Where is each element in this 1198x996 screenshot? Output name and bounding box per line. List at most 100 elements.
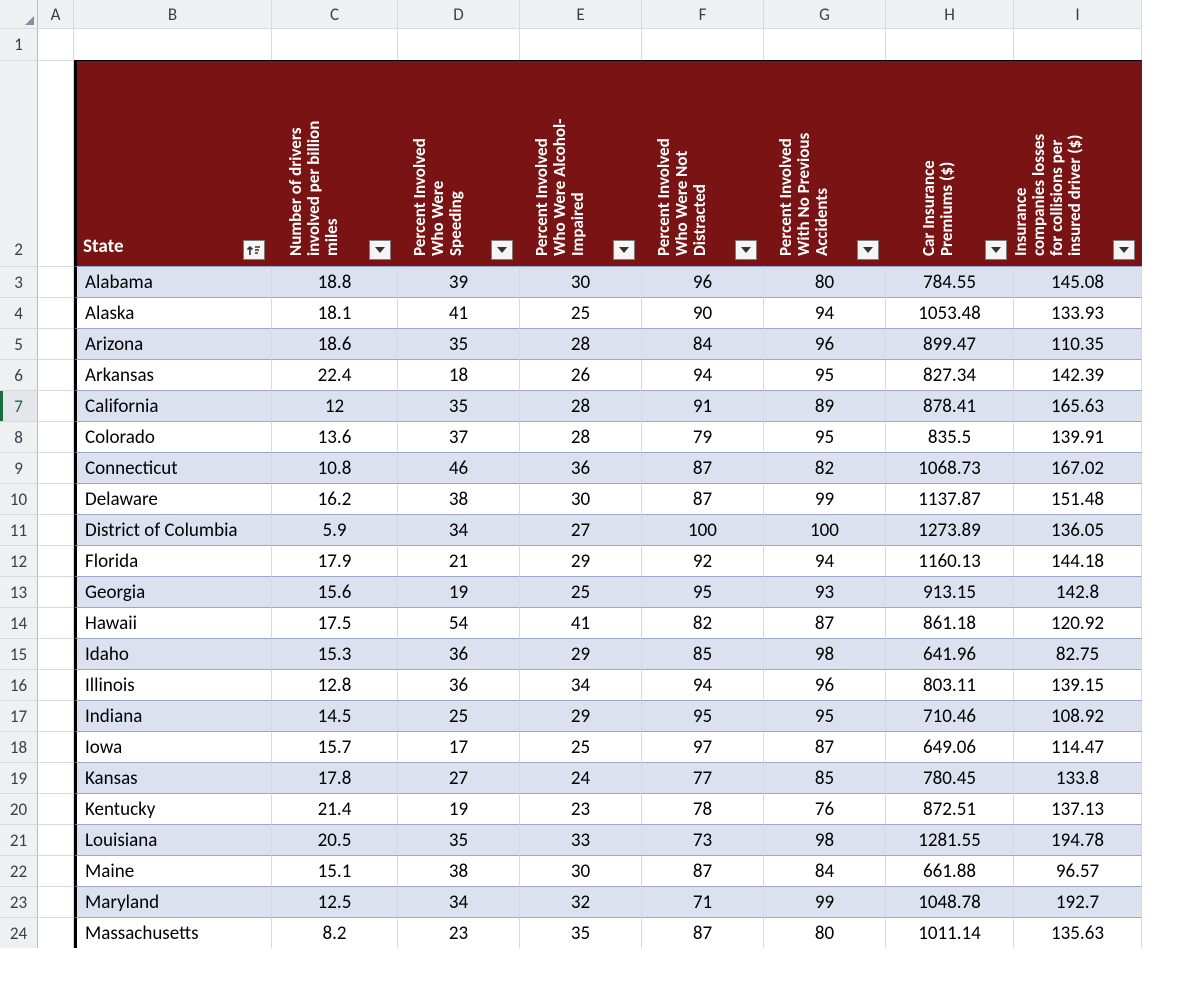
cell-F[interactable]: 79 [642, 421, 764, 452]
cell-G[interactable]: 85 [764, 762, 886, 793]
cell-E[interactable]: 26 [520, 359, 642, 390]
cell-blank-A[interactable] [38, 452, 74, 483]
cell-D[interactable]: 36 [398, 669, 520, 700]
cell-D[interactable]: 35 [398, 824, 520, 855]
cell-G[interactable]: 98 [764, 638, 886, 669]
cell-G[interactable]: 89 [764, 390, 886, 421]
cell-blank-A[interactable] [38, 514, 74, 545]
cell-G[interactable]: 100 [764, 514, 886, 545]
cell-D[interactable]: 54 [398, 607, 520, 638]
cell-C[interactable]: 17.9 [272, 545, 398, 576]
cell-D[interactable]: 46 [398, 452, 520, 483]
cell-C[interactable]: 15.7 [272, 731, 398, 762]
cell-E[interactable]: 29 [520, 638, 642, 669]
cell-C[interactable]: 18.1 [272, 297, 398, 328]
cell-blank-A[interactable] [38, 700, 74, 731]
cell-D[interactable]: 38 [398, 483, 520, 514]
cell-blank-A[interactable] [38, 762, 74, 793]
cell-blank-A[interactable] [38, 793, 74, 824]
cell-G[interactable]: 80 [764, 917, 886, 948]
cell-H[interactable]: 913.15 [886, 576, 1014, 607]
cell-D[interactable]: 27 [398, 762, 520, 793]
row-header-12[interactable]: 12 [0, 545, 38, 576]
cell-F[interactable]: 84 [642, 328, 764, 359]
cell-state[interactable]: Florida [74, 545, 272, 576]
cell-E[interactable]: 33 [520, 824, 642, 855]
cell-H[interactable]: 1137.87 [886, 483, 1014, 514]
cell-E[interactable]: 28 [520, 328, 642, 359]
cell-1-A[interactable] [38, 28, 74, 60]
cell-H[interactable]: 878.41 [886, 390, 1014, 421]
cell-H[interactable]: 780.45 [886, 762, 1014, 793]
cell-I[interactable]: 165.63 [1014, 390, 1142, 421]
cell-H[interactable]: 835.5 [886, 421, 1014, 452]
table-header-I[interactable]: Insurance companies losses for collision… [1014, 60, 1142, 266]
cell-state[interactable]: Connecticut [74, 452, 272, 483]
cell-state[interactable]: Georgia [74, 576, 272, 607]
cell-D[interactable]: 25 [398, 700, 520, 731]
cell-blank-A[interactable] [38, 638, 74, 669]
cell-E[interactable]: 30 [520, 483, 642, 514]
cell-blank-A[interactable] [38, 545, 74, 576]
cell-state[interactable]: Massachusetts [74, 917, 272, 948]
cell-I[interactable]: 108.92 [1014, 700, 1142, 731]
cell-D[interactable]: 19 [398, 793, 520, 824]
cell-state[interactable]: Colorado [74, 421, 272, 452]
cell-C[interactable]: 12.5 [272, 886, 398, 917]
cell-C[interactable]: 13.6 [272, 421, 398, 452]
cell-D[interactable]: 39 [398, 266, 520, 297]
cell-blank-A[interactable] [38, 266, 74, 297]
cell-D[interactable]: 18 [398, 359, 520, 390]
row-header-10[interactable]: 10 [0, 483, 38, 514]
cell-F[interactable]: 73 [642, 824, 764, 855]
filter-dropdown-icon[interactable] [369, 240, 391, 260]
table-header-G[interactable]: Percent Involved With No Previous Accide… [764, 60, 886, 266]
cell-C[interactable]: 10.8 [272, 452, 398, 483]
cell-G[interactable]: 87 [764, 607, 886, 638]
cell-blank-A[interactable] [38, 421, 74, 452]
cell-state[interactable]: California [74, 390, 272, 421]
cell-H[interactable]: 661.88 [886, 855, 1014, 886]
row-header-15[interactable]: 15 [0, 638, 38, 669]
cell-blank-A[interactable] [38, 390, 74, 421]
cell-F[interactable]: 94 [642, 669, 764, 700]
cell-C[interactable]: 18.8 [272, 266, 398, 297]
cell-G[interactable]: 94 [764, 297, 886, 328]
col-header-A[interactable]: A [38, 0, 74, 28]
cell-blank-A[interactable] [38, 886, 74, 917]
cell-F[interactable]: 97 [642, 731, 764, 762]
row-header-9[interactable]: 9 [0, 452, 38, 483]
cell-E[interactable]: 29 [520, 700, 642, 731]
cell-E[interactable]: 36 [520, 452, 642, 483]
cell-H[interactable]: 649.06 [886, 731, 1014, 762]
cell-F[interactable]: 87 [642, 483, 764, 514]
cell-I[interactable]: 114.47 [1014, 731, 1142, 762]
cell-I[interactable]: 82.75 [1014, 638, 1142, 669]
cell-C[interactable]: 8.2 [272, 917, 398, 948]
filter-dropdown-icon[interactable] [613, 240, 635, 260]
cell-F[interactable]: 90 [642, 297, 764, 328]
cell-H[interactable]: 827.34 [886, 359, 1014, 390]
cell-H[interactable]: 1281.55 [886, 824, 1014, 855]
filter-dropdown-icon[interactable] [985, 240, 1007, 260]
cell-E[interactable]: 34 [520, 669, 642, 700]
cell-blank-A[interactable] [38, 297, 74, 328]
cell-D[interactable]: 38 [398, 855, 520, 886]
cell-E[interactable]: 41 [520, 607, 642, 638]
cell-1-D[interactable] [398, 28, 520, 60]
cell-E[interactable]: 32 [520, 886, 642, 917]
cell-D[interactable]: 34 [398, 514, 520, 545]
cell-D[interactable]: 21 [398, 545, 520, 576]
cell-E[interactable]: 35 [520, 917, 642, 948]
cell-G[interactable]: 94 [764, 545, 886, 576]
row-header-19[interactable]: 19 [0, 762, 38, 793]
cell-F[interactable]: 87 [642, 917, 764, 948]
cell-F[interactable]: 87 [642, 452, 764, 483]
cell-blank-A[interactable] [38, 328, 74, 359]
cell-G[interactable]: 95 [764, 700, 886, 731]
cell-C[interactable]: 15.1 [272, 855, 398, 886]
cell-state[interactable]: Maine [74, 855, 272, 886]
cell-D[interactable]: 36 [398, 638, 520, 669]
cell-F[interactable]: 78 [642, 793, 764, 824]
cell-state[interactable]: Arizona [74, 328, 272, 359]
